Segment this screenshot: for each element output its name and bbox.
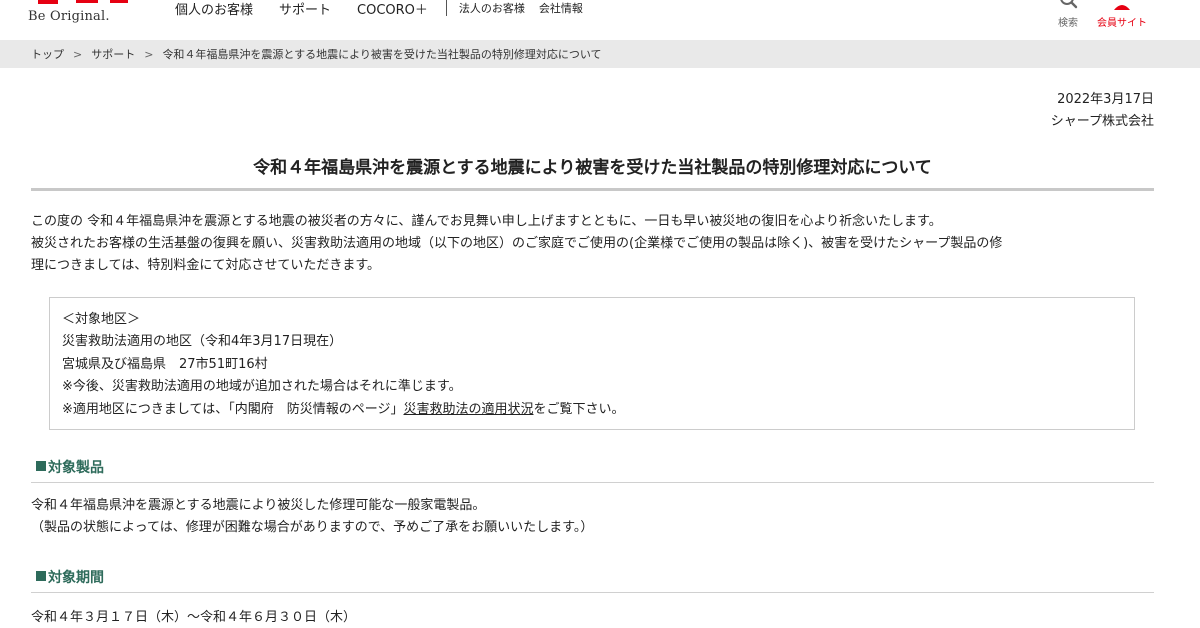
user-icon xyxy=(1114,5,1130,10)
region-note-text: ※適用地区につきましては、「内閣府 防災情報のページ」 xyxy=(62,401,404,417)
breadcrumb: トップ > サポート > 令和４年福島県沖を震源とする地震により被害を受けた当社… xyxy=(0,40,1200,68)
release-meta: 2022年3月17日 シャープ株式会社 xyxy=(1051,89,1154,133)
square-bullet-icon xyxy=(36,571,46,581)
logo-tagline: Be Original. xyxy=(28,9,110,24)
breadcrumb-separator: > xyxy=(73,47,83,61)
search-button[interactable]: 検索 xyxy=(1057,0,1079,29)
section-heading-text: 対象製品 xyxy=(48,460,104,476)
main-nav: 個人のお客様 サポート COCORO＋ 法人のお客様 会社情報 xyxy=(175,0,597,18)
section-heading-products: 対象製品 xyxy=(31,457,1154,483)
member-site-button[interactable]: 会員サイト xyxy=(1097,0,1147,29)
nav-cocoro[interactable]: COCORO＋ xyxy=(357,0,428,18)
nav-company[interactable]: 会社情報 xyxy=(539,0,583,16)
title-divider xyxy=(31,188,1154,191)
release-date: 2022年3月17日 xyxy=(1057,92,1154,107)
target-region-box: ＜対象地区＞ 災害救助法適用の地区（令和4年3月17日現在） 宮城県及び福島県 … xyxy=(49,297,1135,430)
member-label: 会員サイト xyxy=(1097,18,1147,29)
region-line: ※適用地区につきましては、「内閣府 防災情報のページ」災害救助法の適用状況をご覧… xyxy=(62,399,1122,421)
breadcrumb-top[interactable]: トップ xyxy=(31,46,64,62)
region-line: ※今後、災害救助法適用の地域が追加された場合はそれに準じます。 xyxy=(62,379,462,395)
square-bullet-icon xyxy=(36,461,46,471)
company-name: シャープ株式会社 xyxy=(1050,114,1154,129)
nav-divider xyxy=(445,0,447,16)
intro-line: 理につきましては、特別料金にて対応させていただきます。 xyxy=(31,258,381,273)
intro-line: この度の 令和４年福島県沖を震源とする地震の被災者の方々に、謹んでお見舞い申し上… xyxy=(31,214,942,229)
disaster-relief-act-link[interactable]: 災害救助法の適用状況 xyxy=(403,402,533,417)
search-label: 検索 xyxy=(1058,18,1078,29)
region-line: 災害救助法適用の地区（令和4年3月17日現在） xyxy=(62,334,343,350)
products-text: 令和４年福島県沖を震源とする地震により被災した修理可能な一般家電製品。 （製品の… xyxy=(31,495,1154,539)
breadcrumb-current: 令和４年福島県沖を震源とする地震により被害を受けた当社製品の特別修理対応について xyxy=(162,48,602,61)
section-heading-period: 対象期間 xyxy=(31,567,1154,593)
nav-business[interactable]: 法人のお客様 xyxy=(459,0,525,16)
site-header: Be Original. 個人のお客様 サポート COCORO＋ 法人のお客様 … xyxy=(0,0,1200,40)
breadcrumb-separator: > xyxy=(144,47,154,61)
nav-support[interactable]: サポート xyxy=(279,0,331,18)
sharp-logo[interactable] xyxy=(28,0,136,6)
intro-line: 被災されたお客様の生活基盤の復興を願い、災害救助法適用の地域（以下の地区）のご家… xyxy=(31,236,1003,251)
region-heading: ＜対象地区＞ xyxy=(62,312,141,327)
nav-personal[interactable]: 個人のお客様 xyxy=(175,0,253,18)
period-text: 令和４年３月１７日（木）～令和４年６月３０日（木） xyxy=(31,607,1154,628)
search-icon xyxy=(1060,0,1078,9)
region-line: 宮城県及び福島県 27市51町16村 xyxy=(62,356,268,372)
region-note-text: をご覧下さい。 xyxy=(533,401,625,417)
section-heading-text: 対象期間 xyxy=(48,570,104,586)
products-line: 令和４年福島県沖を震源とする地震により被災した修理可能な一般家電製品。 xyxy=(31,498,486,513)
products-line: （製品の状態によっては、修理が困難な場合がありますので、予めご了承をお願いいたし… xyxy=(31,520,594,535)
period-line: 令和４年３月１７日（木）～令和４年６月３０日（木） xyxy=(31,610,357,625)
page-title: 令和４年福島県沖を震源とする地震により被害を受けた当社製品の特別修理対応について xyxy=(253,158,932,178)
breadcrumb-support[interactable]: サポート xyxy=(91,46,135,62)
intro-text: この度の 令和４年福島県沖を震源とする地震の被災者の方々に、謹んでお見舞い申し上… xyxy=(31,211,1161,277)
